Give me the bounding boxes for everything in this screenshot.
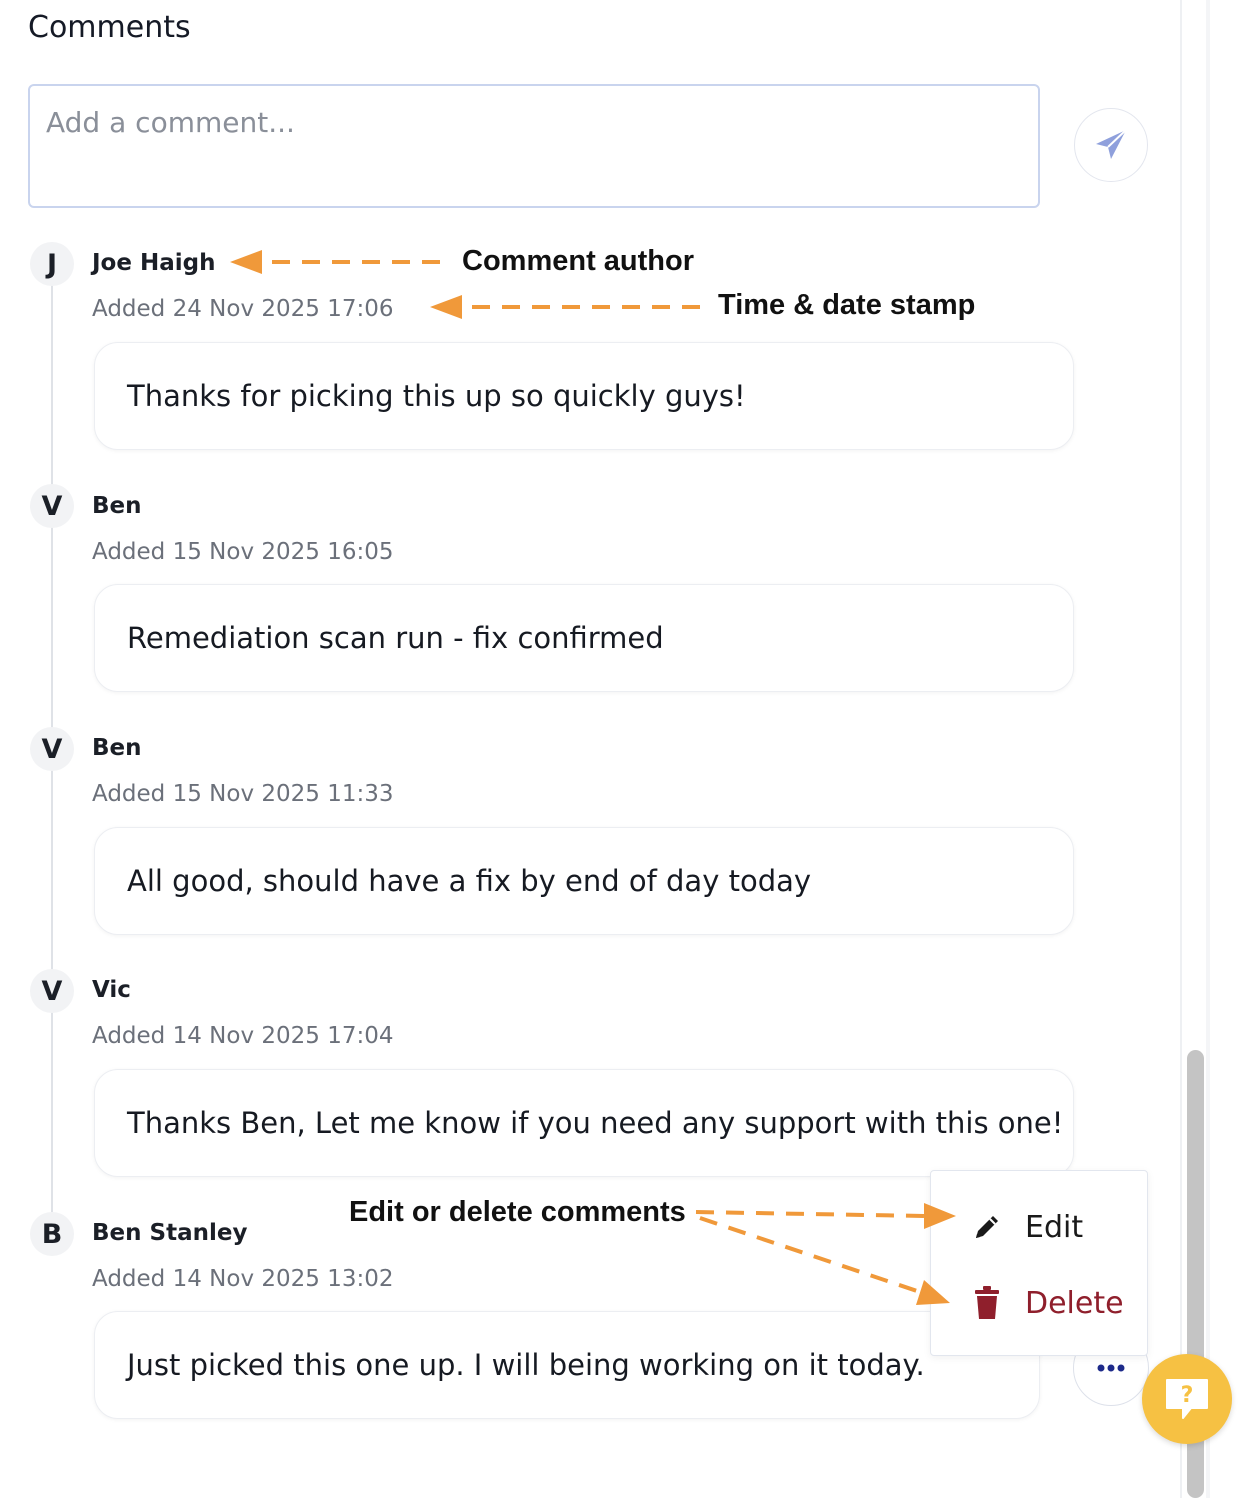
help-button[interactable]: ? [1142,1354,1232,1444]
annotation-arrow-delete [699,1216,921,1294]
annotation-arrow-edit [695,1210,925,1218]
scrollbar-track[interactable] [1206,0,1210,1498]
svg-text:?: ? [1181,1383,1194,1408]
annotation-arrowhead-edit [924,1203,956,1229]
annotation-arrowhead-stamp [430,295,462,319]
help-chat-icon: ? [1166,1379,1208,1419]
annotation-arrowhead-author [230,250,262,274]
panel-divider [1180,0,1182,1498]
annotation-arrows [230,250,956,1305]
annotation-arrowhead-delete [916,1280,950,1305]
